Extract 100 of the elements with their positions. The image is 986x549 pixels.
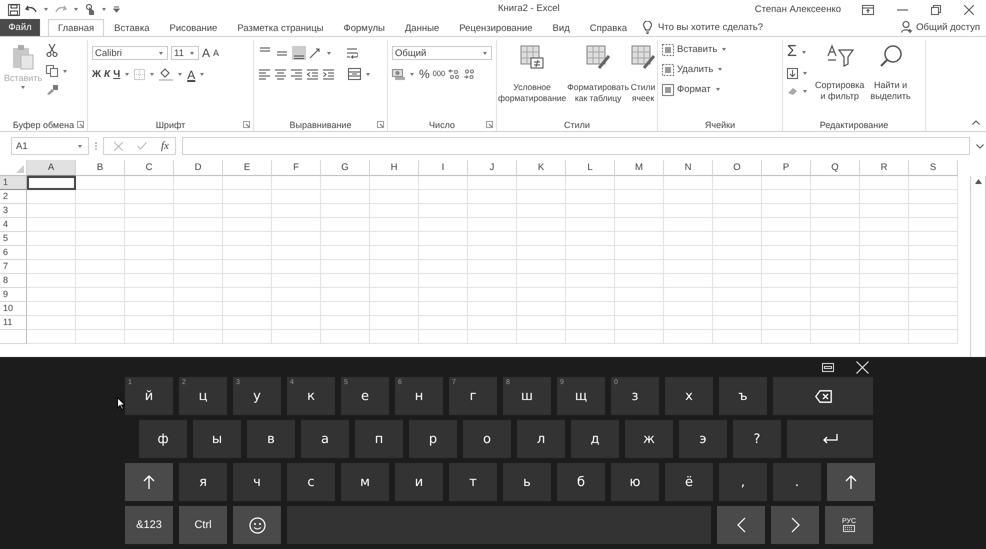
table-cell[interactable] [762,246,811,260]
table-cell[interactable] [125,260,174,274]
column-header[interactable]: P [762,160,811,176]
table-cell[interactable] [517,204,566,218]
table-cell[interactable] [909,274,958,288]
table-cell[interactable] [517,316,566,330]
emoji-key[interactable] [233,506,281,544]
key[interactable]: ч [233,463,281,501]
key[interactable]: д [571,420,619,458]
column-header[interactable]: K [517,160,566,176]
caret-icon[interactable] [125,73,130,76]
editing-button[interactable]: Найти и выделить [870,80,911,102]
enter-icon[interactable] [137,142,147,150]
table-cell[interactable] [76,302,125,316]
table-cell[interactable] [615,316,664,330]
caret-icon[interactable] [74,8,78,11]
table-cell[interactable] [321,190,370,204]
table-cell[interactable] [811,288,860,302]
number-format-field[interactable]: Общий [392,46,492,60]
table-cell[interactable] [321,274,370,288]
column-header[interactable]: H [370,160,419,176]
table-cell[interactable] [76,246,125,260]
key[interactable]: с [287,463,335,501]
ribbon-tab[interactable]: Вставка [104,19,160,36]
table-cell[interactable] [419,246,468,260]
table-cell[interactable] [223,176,272,190]
table-cell[interactable] [664,218,713,232]
table-cell[interactable] [27,218,76,232]
table-cell[interactable] [566,316,615,330]
table-cell[interactable] [419,288,468,302]
active-cell[interactable] [27,176,76,190]
table-cell[interactable] [321,316,370,330]
table-cell[interactable] [370,232,419,246]
key[interactable]: х [665,377,713,415]
table-cell[interactable] [370,246,419,260]
table-cell[interactable] [909,190,958,204]
table-cell[interactable] [762,204,811,218]
row-header[interactable]: 9 [0,288,27,302]
table-cell[interactable] [272,330,321,344]
insert-function-button[interactable]: fx [161,140,169,152]
table-cell[interactable] [909,316,958,330]
table-cell[interactable] [811,204,860,218]
column-header[interactable]: C [125,160,174,176]
table-cell[interactable] [566,302,615,316]
table-cell[interactable] [517,176,566,190]
table-cell[interactable] [174,302,223,316]
table-cell[interactable] [370,176,419,190]
table-cell[interactable] [419,274,468,288]
table-cell[interactable] [223,316,272,330]
table-cell[interactable] [566,204,615,218]
table-cell[interactable] [370,274,419,288]
table-cell[interactable] [909,176,958,190]
table-cell[interactable] [762,190,811,204]
table-cell[interactable] [468,246,517,260]
column-header[interactable]: L [566,160,615,176]
row-header[interactable]: 2 [0,190,27,204]
table-cell[interactable] [27,330,76,344]
cell-brush-icon[interactable] [630,44,656,70]
table-cell[interactable] [223,302,272,316]
formula-input[interactable] [182,137,970,155]
font-color-button[interactable]: A [187,68,196,80]
table-cell[interactable] [664,316,713,330]
styles-button[interactable]: Форматировать как таблицу [567,82,629,104]
caret-icon[interactable] [178,73,182,76]
customize-icon[interactable] [113,6,120,13]
table-cell[interactable] [762,274,811,288]
table-cell[interactable] [762,176,811,190]
table-cell[interactable] [909,218,958,232]
key[interactable]: р [409,420,457,458]
table-cell[interactable] [664,274,713,288]
caret-icon[interactable] [21,86,26,89]
column-header[interactable]: E [223,160,272,176]
row-header[interactable]: 8 [0,274,27,288]
increase-indent-icon[interactable] [322,68,335,80]
table-cell[interactable] [321,260,370,274]
table-cell[interactable] [468,190,517,204]
table-cell[interactable] [517,274,566,288]
close-icon[interactable] [964,4,974,14]
column-header[interactable]: G [321,160,370,176]
shift-key[interactable] [827,463,875,501]
caret-icon[interactable] [63,70,68,72]
collapse-ribbon-icon[interactable] [972,120,980,125]
table-cell[interactable] [76,316,125,330]
caret-icon[interactable] [44,8,48,11]
table-cell[interactable] [615,274,664,288]
table-cell[interactable] [762,330,811,344]
table-cell[interactable] [76,274,125,288]
table-cell[interactable] [566,260,615,274]
dialog-launcher-icon[interactable] [243,121,250,128]
shift-key[interactable] [125,463,173,501]
table-cell[interactable] [174,316,223,330]
table-cell[interactable] [566,288,615,302]
increase-decimal-icon[interactable] [448,69,460,79]
table-cell[interactable] [419,330,468,344]
table-cell[interactable] [909,260,958,274]
table-cell[interactable] [76,176,125,190]
table-cell[interactable] [566,232,615,246]
column-header[interactable]: S [909,160,958,176]
table-cell[interactable] [419,204,468,218]
table-cell[interactable] [370,302,419,316]
